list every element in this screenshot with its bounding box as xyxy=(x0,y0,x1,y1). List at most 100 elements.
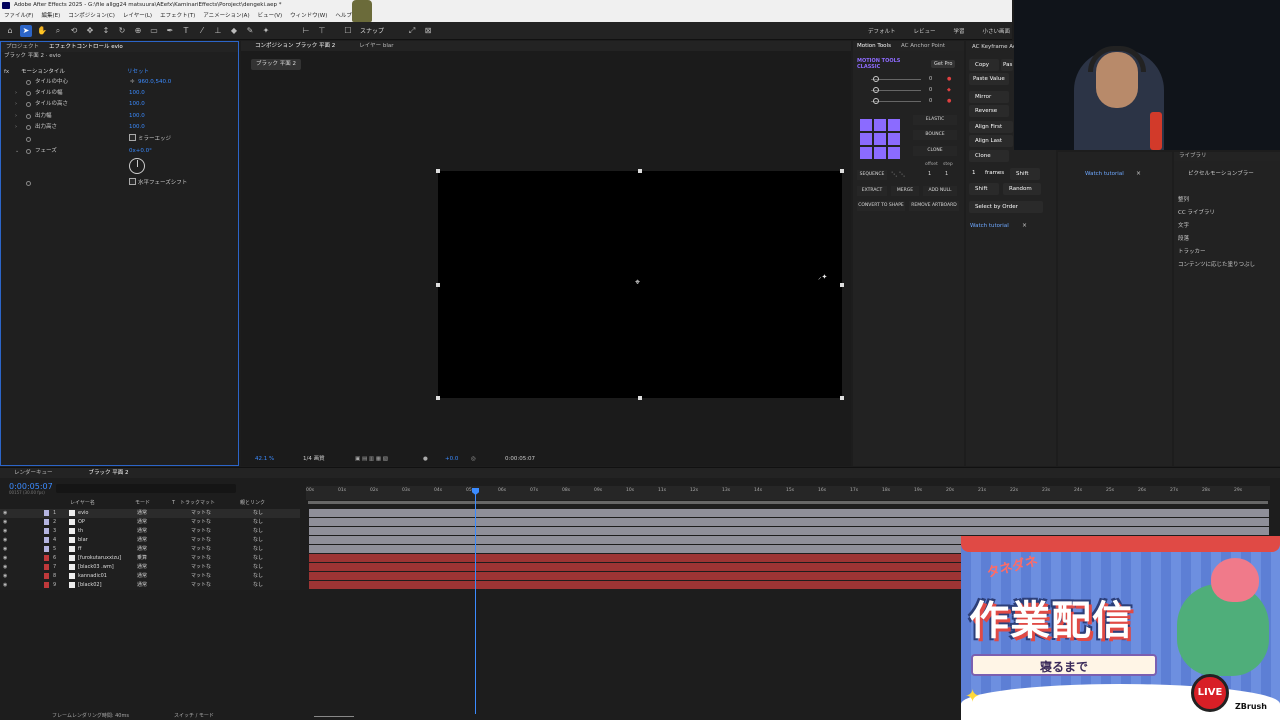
timeline-search[interactable] xyxy=(56,484,236,493)
pan-behind-tool-icon[interactable]: ⊕ xyxy=(132,25,144,37)
mirror-button[interactable]: Mirror xyxy=(969,91,1009,103)
layer-duration-bar[interactable] xyxy=(309,581,961,589)
menu-window[interactable]: ウィンドウ(W) xyxy=(290,11,327,22)
twirl-open-icon[interactable]: ⌄ xyxy=(15,146,19,156)
resolution-dropdown[interactable]: 1/4 画質 xyxy=(303,453,325,465)
slider-knob[interactable] xyxy=(873,87,879,93)
keyframe-dot-icon[interactable]: ● xyxy=(947,98,951,104)
layer-name[interactable]: th xyxy=(78,527,83,536)
parent-dropdown[interactable]: なし xyxy=(253,581,263,590)
label-color-swatch[interactable] xyxy=(44,519,49,525)
visibility-eye-icon[interactable]: ◉ xyxy=(3,509,7,518)
bbox-handle[interactable] xyxy=(436,283,440,287)
snap-grid-icon[interactable]: ⊠ xyxy=(422,25,434,37)
panel-item-content-aware-fill[interactable]: コンテンツに応じた塗りつぶし xyxy=(1178,260,1255,268)
parent-dropdown[interactable]: なし xyxy=(253,509,263,518)
track-matte-dropdown[interactable]: マットな xyxy=(191,545,211,554)
anchor-cell[interactable] xyxy=(888,119,900,131)
layer-mode-dropdown[interactable]: 乗算 xyxy=(137,554,147,563)
layer-duration-bar[interactable] xyxy=(309,572,961,580)
layer-duration-bar[interactable] xyxy=(309,509,1269,517)
layer-name[interactable]: blar xyxy=(78,536,88,545)
stopwatch-icon[interactable] xyxy=(26,149,31,154)
home-icon[interactable]: ⌂ xyxy=(4,25,16,37)
visibility-eye-icon[interactable]: ◉ xyxy=(3,545,7,554)
random-button[interactable]: Random xyxy=(1003,183,1041,195)
color-icon[interactable]: ● xyxy=(423,453,428,465)
snap-checkbox[interactable]: ☐ xyxy=(342,25,354,37)
close-icon[interactable]: × xyxy=(1136,170,1141,177)
track-matte-dropdown[interactable]: マットな xyxy=(191,527,211,536)
watch-tutorial-link[interactable]: Watch tutorial xyxy=(970,223,1009,229)
horiz-phase-checkbox[interactable]: 水平フェーズシフト xyxy=(129,178,187,188)
layer-row[interactable]: ◉ 4 blar 通常 マットな なし xyxy=(0,536,300,545)
clone-kf-button[interactable]: Clone xyxy=(969,150,1009,162)
layer-mode-dropdown[interactable]: 通常 xyxy=(137,563,147,572)
phase-dial[interactable] xyxy=(129,158,145,174)
layer-duration-bar[interactable] xyxy=(309,563,961,571)
layer-mode-dropdown[interactable]: 通常 xyxy=(137,527,147,536)
label-color-swatch[interactable] xyxy=(44,510,49,516)
eraser-tool-icon[interactable]: ◆ xyxy=(228,25,240,37)
convert-to-shape-button[interactable]: CONVERT TO SHAPE xyxy=(857,201,905,211)
phase-value[interactable]: 0x+0.0° xyxy=(129,146,152,156)
slider-value[interactable]: 0 xyxy=(929,98,932,104)
tab-project[interactable]: プロジェクト xyxy=(6,42,39,52)
anchor-point-icon[interactable]: ⌖ xyxy=(635,279,640,288)
anchor-cell[interactable] xyxy=(860,133,872,145)
workspace-small-screen[interactable]: 小さい画面 xyxy=(983,27,1011,37)
col-t[interactable]: T xyxy=(172,499,175,507)
align-last-button[interactable]: Align Last xyxy=(969,135,1013,147)
stopwatch-icon[interactable] xyxy=(26,114,31,119)
label-color-swatch[interactable] xyxy=(44,573,49,579)
label-color-swatch[interactable] xyxy=(44,537,49,543)
slider-value[interactable]: 0 xyxy=(929,76,932,82)
current-time-indicator[interactable] xyxy=(475,490,476,714)
anchor-cell[interactable] xyxy=(874,147,886,159)
panel-item-tracker[interactable]: トラッカー xyxy=(1178,247,1206,255)
layer-row[interactable]: ◉ 2 OP 通常 マットな なし xyxy=(0,518,300,527)
menu-edit[interactable]: 編集(E) xyxy=(41,11,60,22)
parent-dropdown[interactable]: なし xyxy=(253,545,263,554)
tab-motion-tools[interactable]: Motion Tools xyxy=(857,41,891,51)
track-matte-dropdown[interactable]: マットな xyxy=(191,536,211,545)
menu-layer[interactable]: レイヤー(L) xyxy=(123,11,152,22)
tab-composition[interactable]: コンポジション ブラック 平面 2 xyxy=(255,41,335,51)
sequence-button[interactable]: SEQUENCE xyxy=(857,170,887,180)
slider-value[interactable]: 0 xyxy=(929,87,932,93)
workspace-review[interactable]: レビュー xyxy=(914,27,936,37)
get-pro-button[interactable]: Get Pro xyxy=(931,60,956,68)
elastic-button[interactable]: ELASTIC xyxy=(913,115,957,125)
layer-row[interactable]: ◉ 7 [black03 .wm] 通常 マットな なし xyxy=(0,563,300,572)
parent-dropdown[interactable]: なし xyxy=(253,563,263,572)
add-null-button[interactable]: ADD NULL xyxy=(923,186,957,196)
twirl-icon[interactable]: › xyxy=(15,99,17,109)
hand-tool-icon[interactable]: ✋ xyxy=(36,25,48,37)
roto-brush-tool-icon[interactable]: ✎ xyxy=(244,25,256,37)
bbox-handle[interactable] xyxy=(840,283,844,287)
track-matte-dropdown[interactable]: マットな xyxy=(191,509,211,518)
slider-knob[interactable] xyxy=(873,98,879,104)
visibility-eye-icon[interactable]: ◉ xyxy=(3,572,7,581)
layer-mode-dropdown[interactable]: 通常 xyxy=(137,536,147,545)
bbox-handle[interactable] xyxy=(840,396,844,400)
stopwatch-icon[interactable] xyxy=(26,181,31,186)
layer-mode-dropdown[interactable]: 通常 xyxy=(137,509,147,518)
offset-value[interactable]: 1 xyxy=(928,171,931,177)
twirl-icon[interactable]: › xyxy=(15,122,17,132)
stopwatch-icon[interactable] xyxy=(26,80,31,85)
layer-row[interactable]: ◉ 8 kannadic01 通常 マットな なし xyxy=(0,572,300,581)
brush-tool-icon[interactable]: ⁄ xyxy=(196,25,208,37)
anchor-cell[interactable] xyxy=(860,119,872,131)
panel-item-cc-libraries[interactable]: CC ライブラリ xyxy=(1178,208,1215,216)
bbox-handle[interactable] xyxy=(840,169,844,173)
composition-canvas[interactable]: ⌖ ⸝✦ xyxy=(436,169,844,400)
label-color-swatch[interactable] xyxy=(44,555,49,561)
step-value[interactable]: 1 xyxy=(945,171,948,177)
zoom-slider[interactable] xyxy=(314,716,354,717)
bbox-handle[interactable] xyxy=(638,396,642,400)
crosshair-icon[interactable]: ✛ xyxy=(130,77,135,87)
visibility-eye-icon[interactable]: ◉ xyxy=(3,563,7,572)
stopwatch-icon[interactable] xyxy=(26,91,31,96)
bounce-button[interactable]: BOUNCE xyxy=(913,130,957,140)
